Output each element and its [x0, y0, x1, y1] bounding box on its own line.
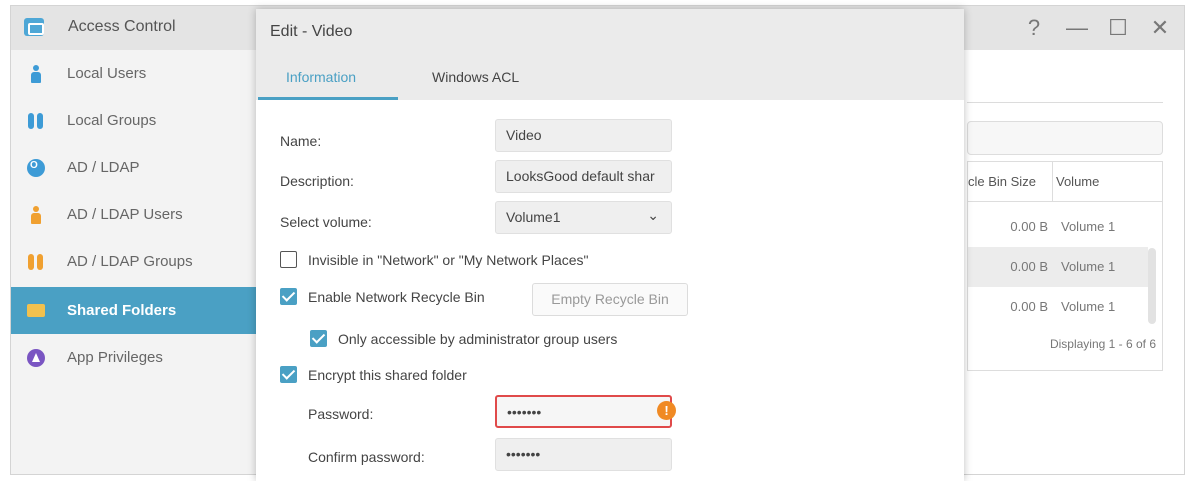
help-icon[interactable]: ?	[1024, 14, 1044, 42]
pagination-status: Displaying 1 - 6 of 6	[1049, 337, 1156, 351]
sidebar-item-shared-folders[interactable]: Shared Folders	[11, 287, 259, 334]
folder-icon	[27, 304, 45, 317]
table-row[interactable]: 0.00 B Volume 1	[968, 247, 1148, 287]
description-field[interactable]: LooksGood default shar	[495, 160, 672, 193]
volume-select-value: Volume1	[506, 209, 561, 225]
encrypt-checkbox[interactable]	[280, 366, 297, 383]
dialog-header: Edit - Video Information Windows ACL	[256, 9, 964, 100]
sidebar-item-label: AD / LDAP	[67, 159, 140, 176]
sidebar-item-label: AD / LDAP Users	[67, 206, 183, 223]
password-label: Password:	[308, 406, 374, 422]
confirm-password-label: Confirm password:	[308, 449, 425, 465]
sidebar-item-label: Local Groups	[67, 112, 157, 129]
column-volume[interactable]: Volume	[1056, 174, 1099, 189]
sidebar-item-ad-ldap-groups[interactable]: AD / LDAP Groups	[11, 238, 259, 285]
description-label: Description:	[280, 173, 354, 189]
app-title: Access Control	[68, 18, 176, 35]
volume-cell: Volume 1	[1061, 259, 1116, 274]
window-controls: ? — ☐ ✕	[1024, 14, 1170, 42]
sidebar-item-ad-ldap[interactable]: AD / LDAP	[11, 144, 259, 191]
recycle-bin-size: 0.00 B	[1010, 259, 1048, 274]
volume-cell: Volume 1	[1061, 299, 1116, 314]
select-volume-label: Select volume:	[280, 214, 372, 230]
invisible-checkbox[interactable]	[280, 251, 297, 268]
table-scrollbar[interactable]	[1148, 248, 1156, 324]
volume-select[interactable]: Volume1 ⌄	[495, 201, 672, 234]
sidebar-item-label: Local Users	[67, 65, 147, 82]
name-field[interactable]: Video	[495, 119, 672, 152]
sidebar: Local Users Local Groups AD / LDAP AD / …	[11, 50, 259, 474]
recycle-bin-checkbox[interactable]	[280, 288, 297, 305]
ad-ldap-icon	[27, 158, 45, 177]
sidebar-item-label: AD / LDAP Groups	[67, 253, 193, 270]
column-separator	[1052, 162, 1053, 202]
name-label: Name:	[280, 133, 322, 149]
sidebar-item-label: App Privileges	[67, 349, 163, 366]
chevron-down-icon: ⌄	[647, 207, 659, 223]
toolbar-divider	[967, 102, 1163, 103]
privilege-icon	[27, 348, 45, 367]
access-control-icon	[24, 18, 44, 36]
encrypt-checkbox-label: Encrypt this shared folder	[308, 367, 467, 383]
ad-group-icon	[27, 253, 45, 271]
dialog-title: Edit - Video	[270, 23, 353, 40]
table-row[interactable]: 0.00 B Volume 1	[968, 287, 1148, 327]
empty-recycle-bin-button[interactable]: Empty Recycle Bin	[532, 283, 688, 316]
edit-shared-folder-dialog: Edit - Video Information Windows ACL Nam…	[256, 9, 964, 481]
invisible-checkbox-label: Invisible in "Network" or "My Network Pl…	[308, 252, 589, 268]
sidebar-item-app-privileges[interactable]: App Privileges	[11, 334, 259, 381]
table-header: cle Bin Size Volume	[968, 162, 1162, 202]
password-field[interactable]: •••••••	[495, 395, 672, 428]
active-tab-indicator	[258, 97, 398, 100]
user-icon	[27, 64, 45, 83]
tab-windows-acl[interactable]: Windows ACL	[432, 69, 519, 85]
table-row[interactable]: 0.00 B Volume 1	[968, 207, 1148, 247]
search-input[interactable]	[967, 121, 1163, 155]
confirm-password-field[interactable]: •••••••	[495, 438, 672, 471]
shared-folders-table: cle Bin Size Volume 0.00 B Volume 1 0.00…	[967, 161, 1163, 371]
volume-cell: Volume 1	[1061, 219, 1116, 234]
close-icon[interactable]: ✕	[1150, 14, 1170, 42]
admin-only-checkbox-label: Only accessible by administrator group u…	[338, 331, 618, 347]
sidebar-item-local-groups[interactable]: Local Groups	[11, 97, 259, 144]
warning-icon: !	[657, 401, 676, 420]
sidebar-item-label: Shared Folders	[67, 302, 177, 319]
ad-user-icon	[27, 205, 45, 224]
minimize-icon[interactable]: —	[1066, 14, 1088, 42]
group-icon	[27, 112, 45, 130]
admin-only-checkbox[interactable]	[310, 330, 327, 347]
shared-folders-panel: cle Bin Size Volume 0.00 B Volume 1 0.00…	[967, 50, 1184, 474]
recycle-bin-size: 0.00 B	[1010, 219, 1048, 234]
recycle-bin-checkbox-label: Enable Network Recycle Bin	[308, 289, 485, 305]
recycle-bin-size: 0.00 B	[1010, 299, 1048, 314]
maximize-icon[interactable]: ☐	[1108, 14, 1128, 42]
column-recycle-bin-size[interactable]: cle Bin Size	[968, 174, 1036, 189]
sidebar-item-ad-ldap-users[interactable]: AD / LDAP Users	[11, 191, 259, 238]
tab-information[interactable]: Information	[286, 69, 356, 85]
sidebar-item-local-users[interactable]: Local Users	[11, 50, 259, 97]
